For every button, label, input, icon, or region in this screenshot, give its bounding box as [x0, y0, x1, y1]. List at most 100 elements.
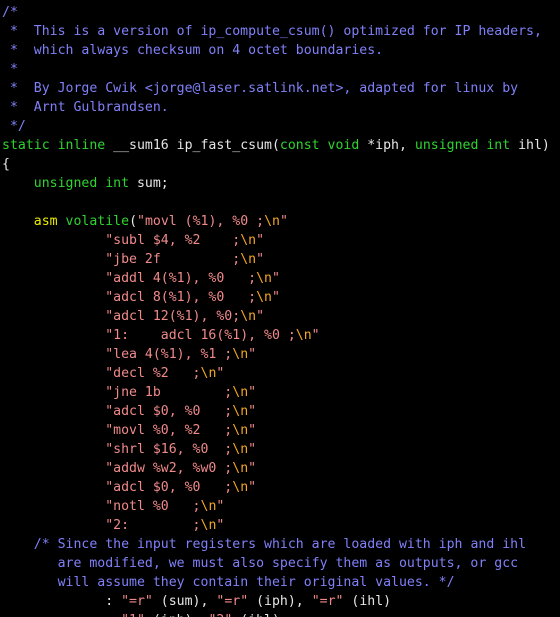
code-token-esc: \n [200, 499, 217, 514]
code-token-str: " [248, 347, 257, 362]
code-line: "2: ;\n" [2, 516, 560, 535]
code-token-str: " [256, 309, 265, 324]
code-line: "movl %0, %2 ;\n" [2, 421, 560, 440]
code-token-str: " [311, 328, 320, 343]
code-token-key: static inline [2, 138, 106, 153]
code-token-id: sum; [129, 176, 169, 191]
code-token-key: const void [279, 138, 360, 153]
code-token-str: "lea 4(%1), %1 ; [105, 347, 233, 362]
code-token-str: "adcl $0, %0 ; [105, 404, 233, 419]
code-token-com: * [2, 62, 18, 77]
code-token-key: unsigned int [414, 138, 511, 153]
code-token-str: "subl $4, %2 ; [105, 233, 241, 248]
code-token-esc: \n [232, 461, 249, 476]
code-token-str: " [271, 290, 280, 305]
code-token-pun [2, 423, 105, 438]
code-token-pun: : [2, 594, 122, 609]
code-token-str: " [248, 385, 257, 400]
code-token-esc: \n [232, 423, 249, 438]
code-line: "jne 1b ;\n" [2, 383, 560, 402]
code-token-str: " [216, 366, 225, 381]
code-token-id: (iph), [248, 594, 312, 609]
code-token-str: " [248, 461, 257, 476]
code-token-com: will assume they contain their original … [57, 575, 455, 590]
code-token-com: * By Jorge Cwik <jorge@laser.satlink.net… [2, 81, 519, 96]
code-line: asm volatile("movl (%1), %0 ;\n" [2, 212, 560, 231]
code-line: "adcl 8(%1), %0 ;\n" [2, 288, 560, 307]
code-token-pun: : [2, 613, 121, 617]
code-token-pun [2, 518, 105, 533]
code-token-com: * This is a version of ip_compute_csum()… [2, 24, 542, 39]
code-token-esc: \n [232, 347, 249, 362]
code-token-pun [2, 252, 105, 267]
code-token-id: ihl) [510, 138, 550, 153]
code-token-esc: \n [200, 366, 217, 381]
code-token-str: "adcl 12(%1), %0; [105, 309, 241, 324]
code-token-pun: { [2, 157, 10, 172]
code-line: "addl 4(%1), %0 ;\n" [2, 269, 560, 288]
code-line: "jbe 2f ;\n" [2, 250, 560, 269]
code-line: : "1" (iph), "2" (ihl) [2, 611, 560, 617]
code-token-str: "1" [121, 613, 145, 617]
code-line: /* Since the input registers which are l… [2, 535, 560, 554]
code-token-esc: \n [240, 233, 257, 248]
code-line: * This is a version of ip_compute_csum()… [2, 22, 560, 41]
code-token-str: " [216, 518, 225, 533]
code-token-str: " [256, 252, 265, 267]
code-line: */ [2, 117, 560, 136]
code-token-pun [2, 385, 105, 400]
code-line: /* [2, 3, 560, 22]
code-token-str: "decl %2 ; [105, 366, 201, 381]
code-token-str: " [248, 423, 257, 438]
code-token-str: "2: ; [105, 518, 201, 533]
code-line: "1: adcl 16(%1), %0 ;\n" [2, 326, 560, 345]
code-token-str: "addl 4(%1), %0 ; [105, 271, 257, 286]
code-token-asm: asm [33, 214, 58, 229]
code-line: "shrl $16, %0 ;\n" [2, 440, 560, 459]
code-line: are modified, we must also specify them … [2, 554, 560, 573]
code-token-com: * which always checksum on 4 octet bound… [2, 43, 384, 58]
code-token-str: "shrl $16, %0 ; [105, 442, 233, 457]
code-token-esc: \n [232, 385, 249, 400]
code-token-pun [2, 328, 105, 343]
code-token-esc: \n [232, 480, 249, 495]
code-token-pun [2, 347, 105, 362]
code-line: * Arnt Gulbrandsen. [2, 98, 560, 117]
code-token-str: " [279, 214, 288, 229]
code-token-key: volatile [65, 214, 130, 229]
code-token-str: "movl %0, %2 ; [105, 423, 233, 438]
code-token-esc: \n [200, 518, 217, 533]
code-line: * [2, 60, 560, 79]
code-line: : "=r" (sum), "=r" (iph), "=r" (ihl) [2, 592, 560, 611]
code-token-str: " [248, 404, 257, 419]
code-token-str: "=r" [216, 594, 249, 609]
code-token-pun [58, 214, 66, 229]
code-line: "addw %w2, %w0 ;\n" [2, 459, 560, 478]
code-token-esc: \n [295, 328, 312, 343]
code-line: "adcl $0, %0 ;\n" [2, 478, 560, 497]
code-token-esc: \n [256, 271, 272, 286]
code-token-key: unsigned int [33, 176, 130, 191]
code-line: * By Jorge Cwik <jorge@laser.satlink.net… [2, 79, 560, 98]
code-line: "adcl 12(%1), %0;\n" [2, 307, 560, 326]
code-token-pun [2, 271, 105, 286]
code-token-str: "movl (%1), %0 ; [137, 214, 265, 229]
code-token-esc: \n [240, 309, 257, 324]
code-token-id: (iph), [145, 613, 209, 617]
code-token-esc: \n [256, 290, 272, 305]
code-listing[interactable]: /* * This is a version of ip_compute_csu… [0, 0, 560, 617]
code-token-com: * Arnt Gulbrandsen. [2, 100, 169, 115]
code-line: "adcl $0, %0 ;\n" [2, 402, 560, 421]
code-token-com: are modified, we must also specify them … [57, 556, 519, 571]
code-line: { [2, 155, 560, 174]
code-token-pun [2, 214, 34, 229]
code-token-id: (ihl) [232, 613, 280, 617]
code-line: "subl $4, %2 ;\n" [2, 231, 560, 250]
code-token-str: "adcl 8(%1), %0 ; [105, 290, 257, 305]
code-token-str: " [248, 480, 257, 495]
code-token-str: " [256, 233, 265, 248]
code-token-pun [2, 537, 34, 552]
code-token-pun [2, 366, 105, 381]
code-token-pun [2, 233, 105, 248]
